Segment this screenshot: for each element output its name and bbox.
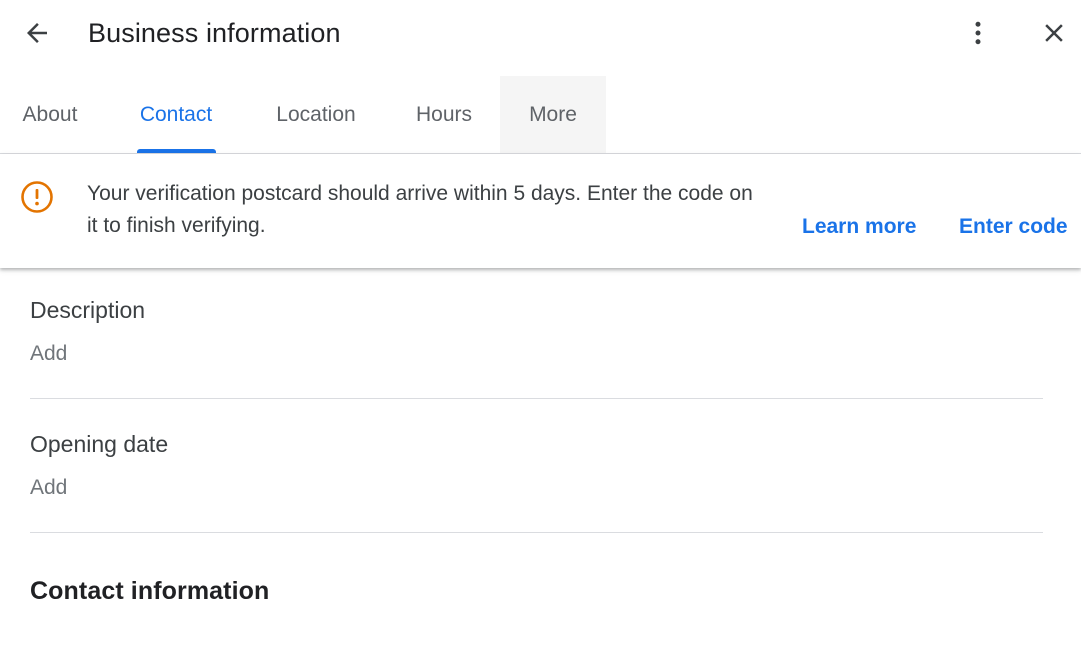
back-button[interactable] [15, 11, 59, 55]
close-icon [1045, 24, 1063, 42]
opening-date-label: Opening date [30, 431, 169, 457]
tab-more[interactable]: More [500, 76, 606, 153]
tab-bar: About Contact Location Hours More [0, 76, 1081, 154]
tab-about[interactable]: About [0, 76, 100, 153]
tab-label: Hours [415, 102, 473, 126]
tab-label: More [529, 102, 577, 126]
more-vertical-icon [975, 21, 981, 45]
tab-label: Location [276, 102, 356, 126]
divider [30, 532, 1043, 533]
close-button[interactable] [1032, 11, 1076, 55]
arrow-left-icon [27, 23, 47, 43]
tab-contact[interactable]: Contact [118, 76, 234, 153]
more-options-button[interactable] [956, 11, 1000, 55]
contact-information-heading: Contact information [30, 577, 270, 605]
tab-hours[interactable]: Hours [396, 76, 492, 153]
opening-date-section: Opening date Add [30, 428, 1043, 503]
active-tab-indicator [137, 149, 216, 153]
add-description-link[interactable]: Add [30, 339, 1043, 369]
banner-message: Your verification postcard should arrive… [87, 182, 753, 237]
tab-location[interactable]: Location [252, 76, 380, 153]
page-title: Business information [88, 18, 341, 48]
divider [30, 398, 1043, 399]
dialog-header: Business information [0, 0, 1081, 70]
alert-circle-icon [21, 181, 53, 213]
learn-more-link[interactable]: Learn more [802, 211, 916, 243]
description-section: Description Add [30, 294, 1043, 369]
tab-label: Contact [139, 102, 213, 126]
enter-code-button[interactable]: Enter code [959, 211, 1068, 243]
description-label: Description [30, 297, 146, 323]
add-opening-date-link[interactable]: Add [30, 473, 1043, 503]
tab-label: About [22, 102, 78, 126]
verification-banner: Your verification postcard should arrive… [0, 154, 1081, 268]
